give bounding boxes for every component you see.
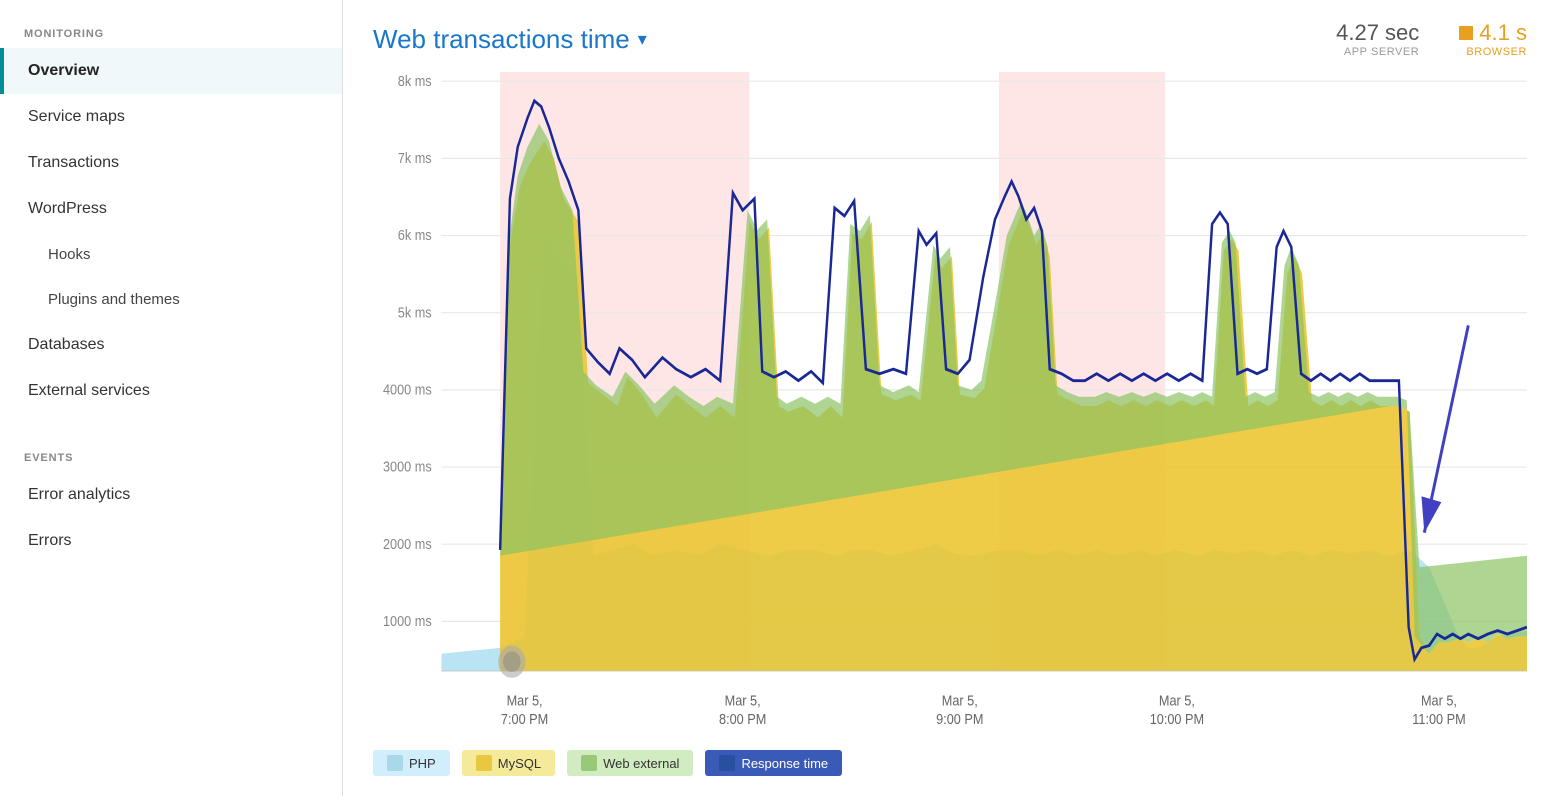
sidebar-item-wordpress[interactable]: WordPress [0, 186, 342, 232]
sidebar-item-overview[interactable]: Overview [0, 48, 342, 94]
browser-value: 4.1 s [1479, 20, 1527, 46]
sidebar-item-error-analytics[interactable]: Error analytics [0, 472, 342, 518]
browser-label: BROWSER [1459, 46, 1527, 58]
legend-swatch-response [719, 755, 735, 771]
svg-text:5k ms: 5k ms [398, 303, 432, 320]
sidebar-item-service-maps[interactable]: Service maps [0, 94, 342, 140]
header-row: Web transactions time ▾ 4.27 sec APP SER… [373, 20, 1527, 58]
browser-stat: 4.1 s BROWSER [1459, 20, 1527, 58]
sidebar-item-label: Errors [28, 532, 72, 549]
svg-text:9:00 PM: 9:00 PM [936, 710, 983, 727]
monitoring-section-label: MONITORING [0, 10, 342, 48]
sidebar-item-external-services[interactable]: External services [0, 368, 342, 414]
sidebar-item-label: Transactions [28, 154, 119, 171]
sidebar-item-label: WordPress [28, 200, 107, 217]
browser-color-square [1459, 26, 1473, 40]
svg-text:10:00 PM: 10:00 PM [1150, 710, 1204, 727]
svg-text:8:00 PM: 8:00 PM [719, 710, 766, 727]
chart-legend: PHP MySQL Web external Response time [373, 750, 1527, 776]
legend-label-webext: Web external [603, 756, 679, 771]
svg-text:Mar 5,: Mar 5, [1421, 691, 1457, 708]
sidebar: MONITORING Overview Service maps Transac… [0, 0, 343, 796]
svg-text:4000 ms: 4000 ms [383, 380, 432, 397]
legend-php[interactable]: PHP [373, 750, 450, 776]
legend-swatch-webext [581, 755, 597, 771]
app-server-label: APP SERVER [1336, 46, 1419, 58]
legend-response-time[interactable]: Response time [705, 750, 842, 776]
svg-text:7k ms: 7k ms [398, 149, 432, 166]
legend-label-response: Response time [741, 756, 828, 771]
svg-text:1000 ms: 1000 ms [383, 612, 432, 629]
chart-title-dropdown[interactable]: ▾ [638, 29, 647, 50]
chart-svg: 8k ms 7k ms 6k ms 5k ms 4000 ms 3000 ms … [373, 72, 1527, 740]
chart-title: Web transactions time ▾ [373, 24, 647, 55]
svg-text:Mar 5,: Mar 5, [507, 691, 543, 708]
legend-label-mysql: MySQL [498, 756, 541, 771]
sidebar-item-label: Hooks [48, 246, 91, 263]
legend-mysql[interactable]: MySQL [462, 750, 555, 776]
sidebar-item-label: Service maps [28, 108, 125, 125]
svg-text:Mar 5,: Mar 5, [942, 691, 978, 708]
legend-web-external[interactable]: Web external [567, 750, 693, 776]
svg-text:11:00 PM: 11:00 PM [1412, 710, 1465, 727]
app-server-stat: 4.27 sec APP SERVER [1336, 20, 1419, 58]
chart-title-text: Web transactions time [373, 24, 630, 55]
sidebar-item-label: Error analytics [28, 486, 130, 503]
main-content: Web transactions time ▾ 4.27 sec APP SER… [343, 0, 1557, 796]
svg-text:Mar 5,: Mar 5, [725, 691, 761, 708]
legend-swatch-mysql [476, 755, 492, 771]
svg-text:7:00 PM: 7:00 PM [501, 710, 548, 727]
chart-container: 8k ms 7k ms 6k ms 5k ms 4000 ms 3000 ms … [373, 72, 1527, 740]
svg-text:6k ms: 6k ms [398, 226, 432, 243]
sidebar-item-databases[interactable]: Databases [0, 322, 342, 368]
legend-label-php: PHP [409, 756, 436, 771]
legend-swatch-php [387, 755, 403, 771]
svg-text:3000 ms: 3000 ms [383, 458, 432, 475]
sidebar-item-plugins-themes[interactable]: Plugins and themes [0, 277, 342, 322]
sidebar-item-label: Overview [28, 62, 99, 79]
svg-text:2000 ms: 2000 ms [383, 535, 432, 552]
browser-value-row: 4.1 s [1459, 20, 1527, 46]
sidebar-item-label: Databases [28, 336, 105, 353]
sidebar-item-transactions[interactable]: Transactions [0, 140, 342, 186]
events-section-label: EVENTS [0, 434, 342, 472]
header-stats: 4.27 sec APP SERVER 4.1 s BROWSER [1336, 20, 1527, 58]
svg-text:8k ms: 8k ms [398, 72, 432, 89]
sidebar-item-errors[interactable]: Errors [0, 518, 342, 564]
sidebar-item-hooks[interactable]: Hooks [0, 232, 342, 277]
svg-text:Mar 5,: Mar 5, [1159, 691, 1195, 708]
sidebar-item-label: Plugins and themes [48, 291, 180, 308]
sidebar-item-label: External services [28, 382, 150, 399]
app-server-value: 4.27 sec [1336, 20, 1419, 46]
